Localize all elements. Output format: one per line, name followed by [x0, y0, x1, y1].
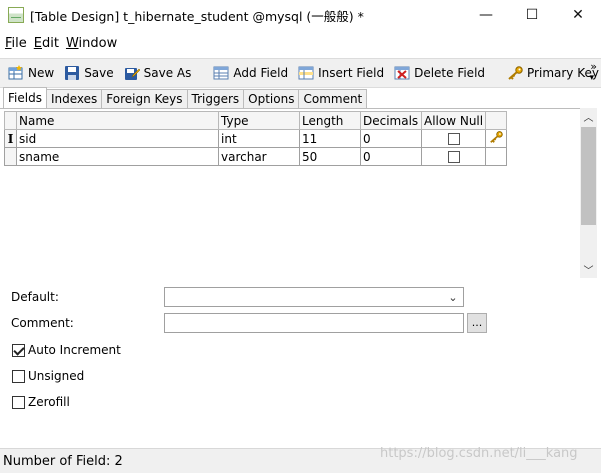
window-title: [Table Design] t_hibernate_student @mysq…: [30, 8, 364, 24]
new-label: New: [28, 66, 55, 80]
delete-field-button[interactable]: Delete Field: [390, 61, 489, 85]
menu-bar: File Edit Window: [0, 31, 601, 55]
minimize-button[interactable]: —: [463, 0, 509, 30]
tab-fields[interactable]: Fields: [3, 87, 47, 108]
column-header-length[interactable]: Length: [299, 111, 361, 130]
row-indicator[interactable]: I: [4, 129, 17, 148]
primary-key-label: Primary Key: [527, 66, 599, 80]
add-field-button[interactable]: Add Field: [209, 61, 292, 85]
field-name-cell[interactable]: sid: [16, 129, 219, 148]
tab-options[interactable]: Options: [243, 89, 300, 108]
field-name-cell[interactable]: sname: [16, 147, 219, 166]
default-label: Default:: [11, 290, 59, 304]
zerofill-checkbox[interactable]: [12, 395, 25, 409]
auto-increment-checkbox[interactable]: [12, 343, 25, 357]
window-controls: — ☐ ✕: [463, 0, 601, 30]
title-bar: [Table Design] t_hibernate_student @mysq…: [0, 0, 601, 30]
table-design-icon: [8, 7, 24, 23]
tab-triggers[interactable]: Triggers: [186, 89, 245, 108]
insert-field-icon: [298, 66, 314, 80]
scroll-thumb[interactable]: [581, 127, 596, 225]
column-header-name[interactable]: Name: [16, 111, 219, 130]
column-header-key: [485, 111, 508, 130]
new-table-icon: [8, 65, 23, 80]
toolbar-overflow-icon[interactable]: »: [590, 61, 597, 73]
field-count-status: Number of Field: 2: [3, 453, 123, 469]
save-as-label: Save As: [143, 66, 192, 80]
delete-field-label: Delete Field: [414, 66, 486, 80]
zerofill-option[interactable]: Zerofill: [12, 395, 70, 409]
field-length-cell[interactable]: 50: [299, 147, 361, 166]
table-row[interactable]: sname varchar 50 0: [4, 147, 508, 166]
tab-foreign-keys[interactable]: Foreign Keys: [101, 89, 188, 108]
comment-input[interactable]: [164, 313, 464, 333]
fields-grid-area: Name Type Length Decimals Allow Null I s…: [0, 108, 580, 278]
field-type-cell[interactable]: varchar: [218, 147, 300, 166]
scroll-down-icon[interactable]: ﹀: [580, 261, 597, 278]
allow-null-checkbox[interactable]: [447, 151, 460, 163]
comment-label: Comment:: [11, 316, 74, 330]
toolbar: New Save Save As Add Field Insert Field …: [0, 58, 601, 88]
save-button[interactable]: Save: [60, 61, 117, 85]
auto-increment-label: Auto Increment: [28, 343, 121, 357]
save-as-icon: [124, 68, 140, 80]
primary-key-button[interactable]: Primary Key: [503, 61, 601, 85]
fields-grid: Name Type Length Decimals Allow Null I s…: [4, 111, 508, 166]
zerofill-label: Zerofill: [28, 395, 70, 409]
add-field-icon: [213, 66, 229, 80]
chevron-down-icon[interactable]: ⌄: [445, 289, 461, 305]
row-indicator[interactable]: [4, 147, 17, 166]
watermark-text: https://blog.csdn.net/li___kang: [380, 446, 578, 461]
maximize-button[interactable]: ☐: [509, 0, 555, 30]
delete-field-icon: [394, 66, 410, 80]
insert-field-button[interactable]: Insert Field: [294, 61, 388, 85]
allow-null-cell[interactable]: [420, 129, 487, 148]
new-button[interactable]: New: [4, 61, 58, 85]
save-icon: [65, 66, 80, 80]
allow-null-checkbox[interactable]: [447, 133, 460, 145]
table-row[interactable]: I sid int 11 0: [4, 129, 508, 148]
row-indicator-header: [4, 111, 17, 130]
field-properties: Default: ⌄ Comment: ... Auto Increment U…: [0, 280, 601, 448]
tab-strip: Fields Indexes Foreign Keys Triggers Opt…: [3, 87, 368, 108]
column-header-decimals[interactable]: Decimals: [360, 111, 422, 130]
unsigned-label: Unsigned: [28, 369, 85, 383]
allow-null-cell[interactable]: [420, 147, 487, 166]
close-button[interactable]: ✕: [555, 0, 601, 30]
unsigned-checkbox[interactable]: [12, 369, 25, 383]
field-decimals-cell[interactable]: 0: [360, 147, 422, 166]
scroll-up-icon[interactable]: ︿: [580, 108, 597, 125]
default-dropdown[interactable]: ⌄: [164, 287, 464, 307]
auto-increment-option[interactable]: Auto Increment: [12, 343, 121, 357]
save-label: Save: [84, 66, 114, 80]
menu-edit[interactable]: Edit: [34, 36, 59, 51]
primary-key-cell[interactable]: [485, 147, 508, 166]
add-field-label: Add Field: [233, 66, 289, 80]
unsigned-option[interactable]: Unsigned: [12, 369, 84, 383]
tab-comment[interactable]: Comment: [298, 89, 368, 108]
save-as-button[interactable]: Save As: [120, 61, 196, 85]
grid-scrollbar[interactable]: ︿ ﹀: [580, 108, 597, 278]
column-header-type[interactable]: Type: [218, 111, 300, 130]
key-icon: [508, 66, 523, 80]
column-header-allow-null[interactable]: Allow Null: [420, 111, 487, 130]
field-length-cell[interactable]: 11: [299, 129, 361, 148]
primary-key-icon: [490, 131, 503, 143]
toolbar-dropdown-icon[interactable]: ▾: [589, 73, 594, 83]
current-row-icon: I: [7, 131, 14, 146]
field-type-cell[interactable]: int: [218, 129, 300, 148]
comment-editor-button[interactable]: ...: [467, 313, 487, 333]
menu-file[interactable]: File: [5, 36, 27, 51]
field-decimals-cell[interactable]: 0: [360, 129, 422, 148]
insert-field-label: Insert Field: [318, 66, 385, 80]
menu-window[interactable]: Window: [66, 36, 117, 51]
primary-key-cell[interactable]: [485, 129, 508, 148]
tab-indexes[interactable]: Indexes: [45, 89, 103, 108]
